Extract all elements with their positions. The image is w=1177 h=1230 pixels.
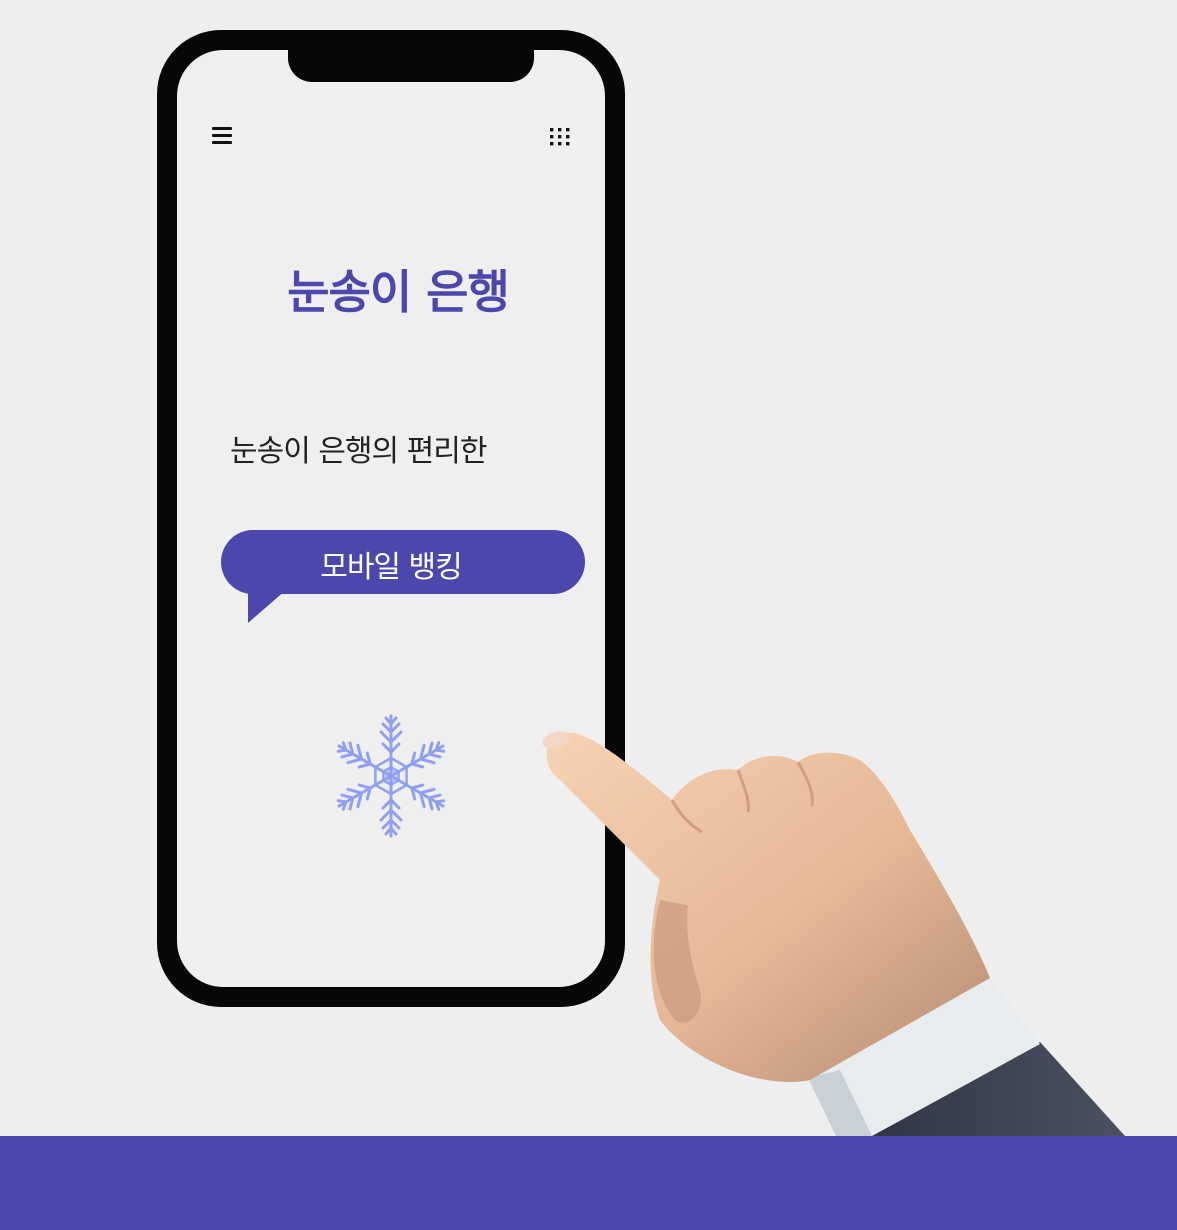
mobile-banking-label: 모바일 뱅킹: [320, 550, 463, 585]
app-title: 눈송이 은행: [287, 265, 510, 319]
mobile-banking-button[interactable]: 모바일 뱅킹: [221, 530, 585, 594]
phone-notch: [288, 50, 534, 82]
grid-apps-icon[interactable]: [550, 128, 570, 146]
speech-bubble-tail: [248, 590, 286, 623]
hamburger-menu-icon[interactable]: [212, 127, 232, 145]
bottom-color-band: [0, 1136, 1177, 1230]
phone-frame: 눈송이 은행 눈송이 은행의 편리한 모바일 뱅킹: [157, 30, 625, 1007]
phone-screen: 눈송이 은행 눈송이 은행의 편리한 모바일 뱅킹: [177, 50, 605, 987]
tagline-text: 눈송이 은행의 편리한: [230, 434, 487, 469]
snowflake-icon: [332, 714, 450, 838]
